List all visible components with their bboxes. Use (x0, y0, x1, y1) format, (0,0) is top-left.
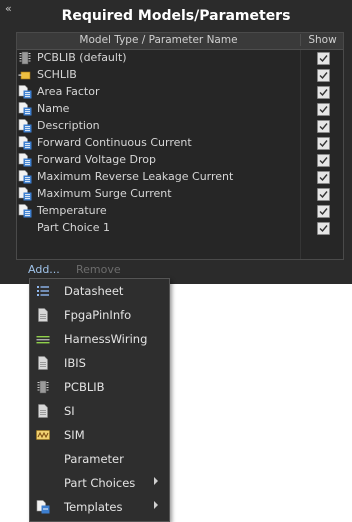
parameter-document-icon (18, 119, 32, 133)
row-label: Area Factor (37, 85, 100, 98)
menu-item-label: SI (64, 404, 75, 418)
submenu-arrow-icon (154, 477, 158, 485)
menu-item-label: Templates (64, 500, 123, 514)
row-label: Temperature (37, 204, 107, 217)
menu-item-label: HarnessWiring (64, 332, 148, 346)
row-label: Maximum Reverse Leakage Current (37, 170, 234, 183)
menu-item[interactable]: Datasheet (30, 280, 169, 302)
templates-icon (36, 500, 50, 514)
required-models-panel: « Required Models/Parameters Model Type … (0, 0, 352, 284)
menu-item[interactable]: Templates (30, 496, 169, 518)
pcb-chip-icon (36, 380, 50, 394)
grid-row[interactable]: Area Factor (17, 84, 343, 101)
add-dropdown-menu: Datasheet FpgaPinInfo HarnessWiring IBIS PCB… (29, 278, 170, 522)
document-icon (36, 404, 50, 418)
menu-item[interactable]: FpgaPinInfo (30, 304, 169, 326)
show-checkbox[interactable] (317, 103, 330, 116)
menu-item[interactable]: IBIS (30, 352, 169, 374)
row-label: Part Choice 1 (37, 221, 110, 234)
document-icon (36, 356, 50, 370)
grid-row[interactable]: Forward Voltage Drop (17, 152, 343, 169)
grid-row[interactable]: Forward Continuous Current (17, 135, 343, 152)
row-label: Maximum Surge Current (37, 187, 172, 200)
panel-title: Required Models/Parameters (61, 8, 291, 24)
grid-row[interactable]: Description (17, 118, 343, 135)
show-checkbox[interactable] (317, 188, 330, 201)
show-checkbox[interactable] (317, 205, 330, 218)
row-label: Name (37, 102, 70, 115)
grid-row[interactable]: Part Choice 1 (17, 220, 343, 237)
row-label: Forward Voltage Drop (37, 153, 156, 166)
row-label: SCHLIB (37, 68, 77, 81)
grid-row[interactable]: Maximum Surge Current (17, 186, 343, 203)
menu-item-label: IBIS (64, 356, 86, 370)
parameter-document-icon (18, 136, 32, 150)
show-checkbox[interactable] (317, 154, 330, 167)
models-parameters-grid: Model Type / Parameter Name Show PCBLIB … (16, 32, 344, 260)
show-checkbox[interactable] (317, 86, 330, 99)
submenu-arrow-icon (154, 501, 158, 509)
menu-item-label: PCBLIB (64, 380, 105, 394)
parameter-document-icon (18, 187, 32, 201)
schematic-symbol-icon (18, 68, 32, 82)
menu-item-label: SIM (64, 428, 85, 442)
parameter-document-icon (18, 204, 32, 218)
grid-row[interactable]: Temperature (17, 203, 343, 220)
row-label: Forward Continuous Current (37, 136, 192, 149)
menu-item[interactable]: PCBLIB (30, 376, 169, 398)
show-checkbox[interactable] (317, 120, 330, 133)
grid-row[interactable]: Maximum Reverse Leakage Current (17, 169, 343, 186)
row-label: Description (37, 119, 100, 132)
datasheet-list-icon (36, 284, 50, 298)
show-checkbox[interactable] (317, 137, 330, 150)
parameter-document-icon (18, 153, 32, 167)
menu-item[interactable]: HarnessWiring (30, 328, 169, 350)
parameter-document-icon (18, 170, 32, 184)
parameter-document-icon (18, 102, 32, 116)
menu-item-label: FpgaPinInfo (64, 308, 132, 322)
document-icon (36, 308, 50, 322)
menu-item-label: Parameter (64, 452, 124, 466)
menu-item-label: Datasheet (64, 284, 124, 298)
row-label: PCBLIB (default) (37, 51, 127, 64)
menu-item-label: Part Choices (64, 476, 136, 490)
grid-row[interactable]: PCBLIB (default) (17, 50, 343, 67)
menu-item[interactable]: Part Choices (30, 472, 169, 494)
column-header-type[interactable]: Model Type / Parameter Name (17, 34, 300, 46)
grid-header: Model Type / Parameter Name Show (17, 33, 343, 50)
menu-item[interactable]: SI (30, 400, 169, 422)
show-checkbox[interactable] (317, 171, 330, 184)
grid-row[interactable]: Name (17, 101, 343, 118)
remove-button[interactable]: Remove (76, 263, 121, 276)
show-checkbox[interactable] (317, 69, 330, 82)
pcb-chip-icon (18, 51, 32, 65)
menu-item[interactable]: SIM (30, 424, 169, 446)
sim-icon (36, 428, 50, 442)
menu-item[interactable]: Parameter (30, 448, 169, 470)
parameter-document-icon (18, 85, 32, 99)
grid-row[interactable]: SCHLIB (17, 67, 343, 84)
show-checkbox[interactable] (317, 52, 330, 65)
harness-wiring-icon (36, 332, 50, 346)
column-header-show[interactable]: Show (300, 34, 344, 46)
show-checkbox[interactable] (317, 222, 330, 235)
add-button[interactable]: Add... (28, 263, 60, 276)
